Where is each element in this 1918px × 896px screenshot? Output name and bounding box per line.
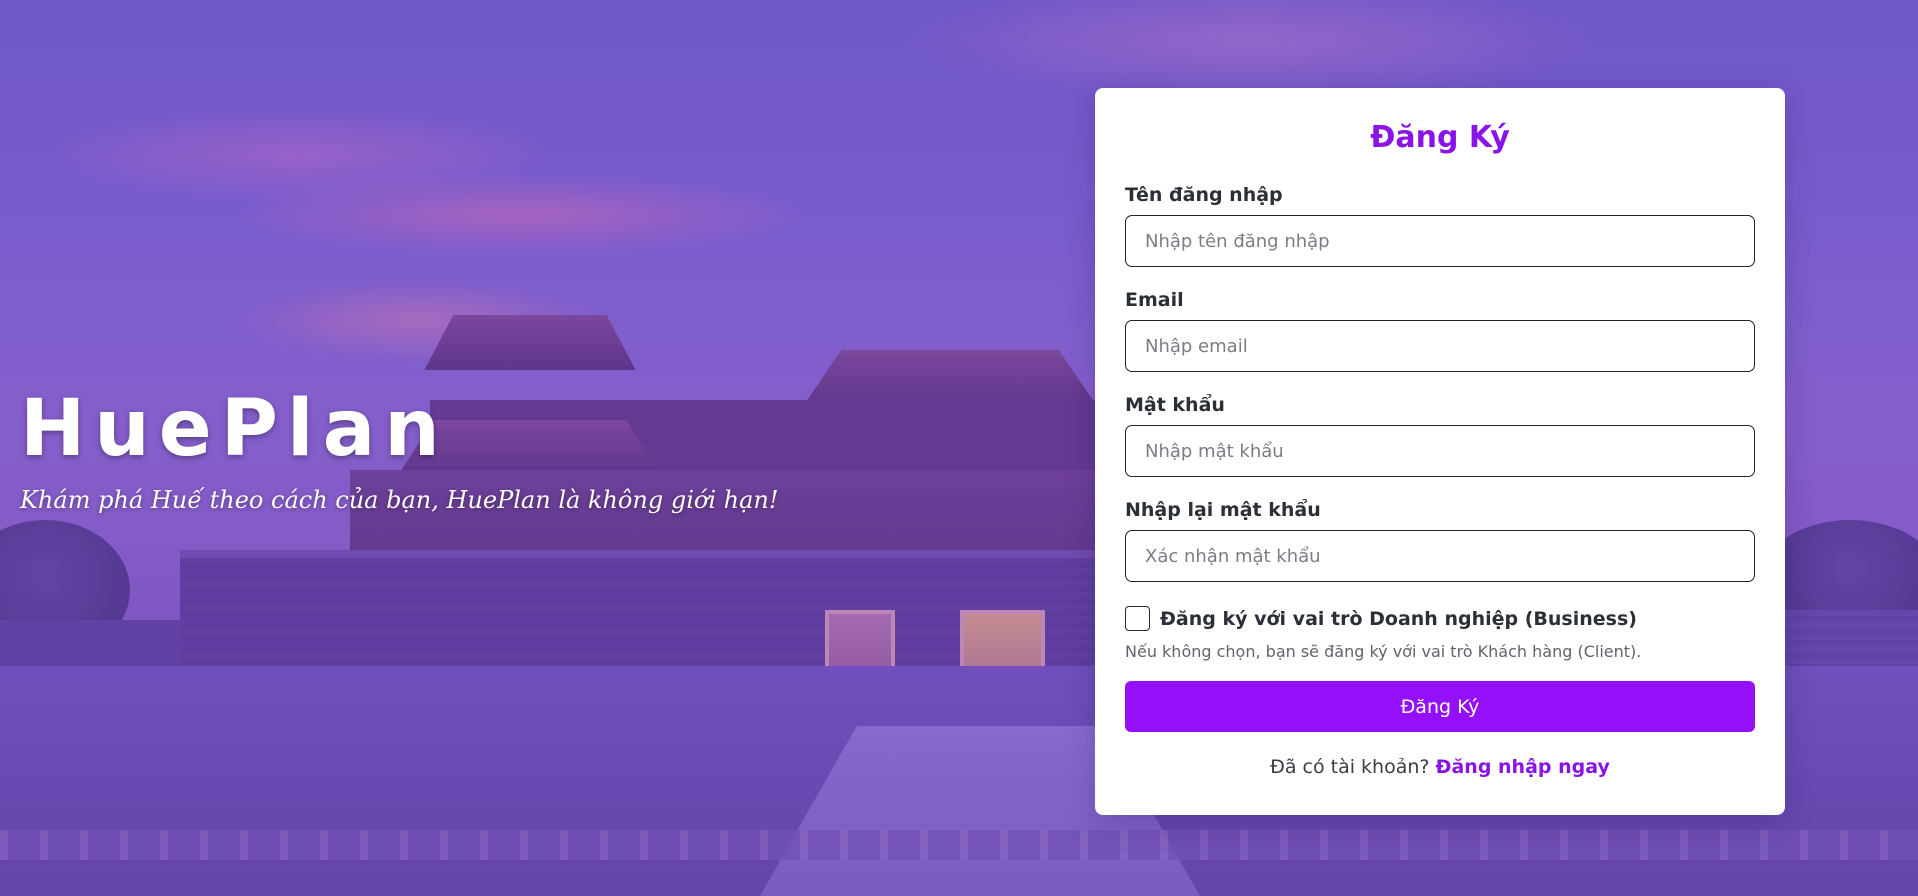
hero: HuePlan Khám phá Huế theo cách của bạn, … [20,390,778,514]
register-submit-button[interactable]: Đăng Ký [1125,681,1755,732]
email-input[interactable] [1125,320,1755,372]
confirm-password-input[interactable] [1125,530,1755,582]
login-prompt-row: Đã có tài khoản? Đăng nhập ngay [1125,756,1755,778]
brand-logo-text: HuePlan [20,384,449,474]
username-label: Tên đăng nhập [1125,184,1283,206]
register-title: Đăng Ký [1370,120,1510,155]
username-group: Tên đăng nhập [1125,184,1755,267]
business-role-checkbox[interactable] [1125,606,1150,631]
login-prompt-text: Đã có tài khoản? [1270,756,1430,778]
username-input[interactable] [1125,215,1755,267]
business-role-hint: Nếu không chọn, bạn sẽ đăng ký với vai t… [1125,642,1642,661]
tagline: Khám phá Huế theo cách của bạn, HuePlan … [20,486,779,514]
business-role-label[interactable]: Đăng ký với vai trò Doanh nghiệp (Busine… [1160,608,1637,630]
password-group: Mật khẩu [1125,394,1755,477]
register-card: Đăng Ký Tên đăng nhập Email Mật khẩu Nhậ… [1095,88,1785,815]
confirm-password-label: Nhập lại mật khẩu [1125,499,1321,521]
password-input[interactable] [1125,425,1755,477]
email-group: Email [1125,289,1755,372]
password-label: Mật khẩu [1125,394,1225,416]
email-label: Email [1125,289,1184,311]
business-role-row: Đăng ký với vai trò Doanh nghiệp (Busine… [1125,606,1755,631]
confirm-password-group: Nhập lại mật khẩu [1125,499,1755,582]
login-link[interactable]: Đăng nhập ngay [1436,756,1610,778]
